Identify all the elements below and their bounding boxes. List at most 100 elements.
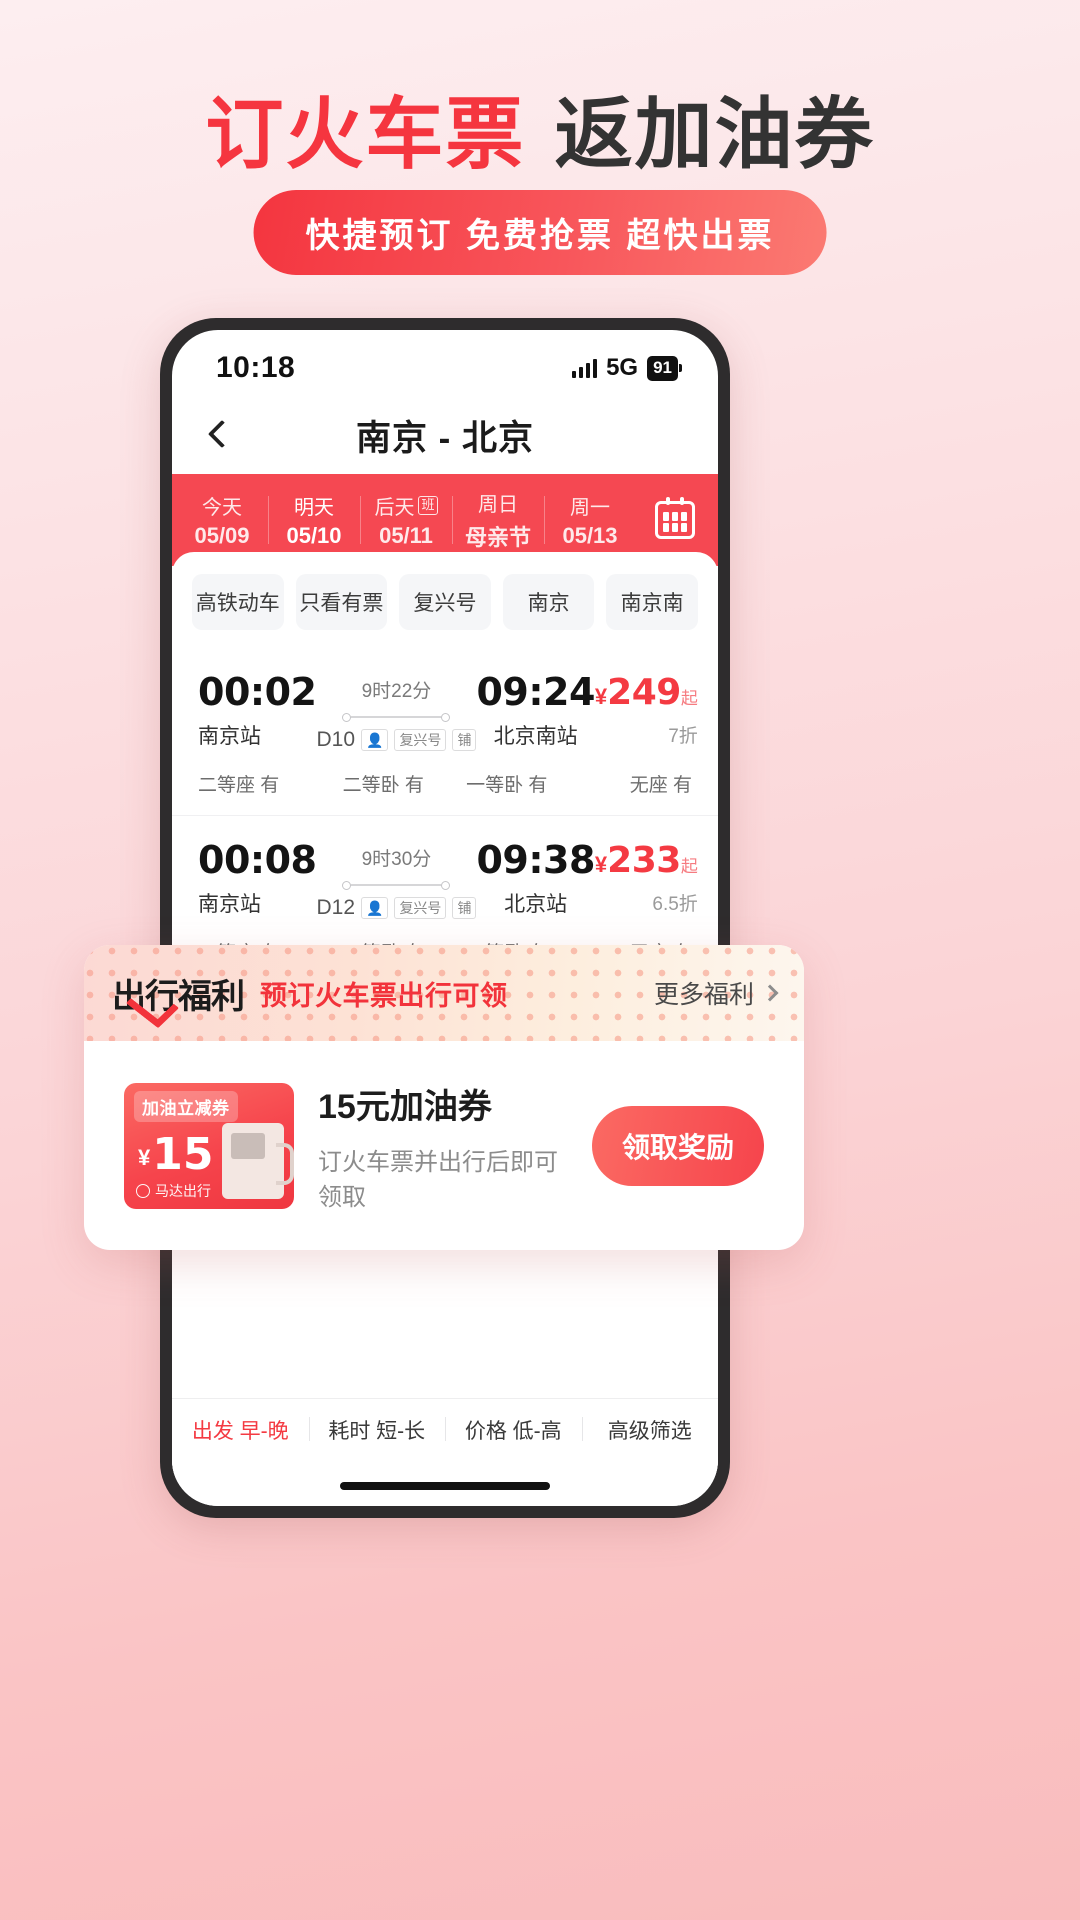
discount-label: 6.5折 (652, 894, 698, 915)
filter-chip-4[interactable]: 南京南 (606, 574, 698, 630)
promo-subtitle: 预订火车票出行可领 (260, 980, 508, 1011)
sort-value: 短-长 (376, 1420, 426, 1443)
arrival-block: 09:38 北京站 (476, 838, 595, 918)
seat-info: 二等卧 有 (342, 775, 424, 796)
date-tab-date: 05/09 (194, 523, 250, 548)
battery-level-badge: 91 (647, 355, 678, 381)
train-tag: 铺 (452, 896, 477, 920)
departure-station: 南京站 (198, 893, 261, 916)
duration-label: 9时22分 (361, 681, 432, 702)
discount-label: 7折 (668, 726, 698, 747)
sort-label: 出发 (191, 1420, 234, 1443)
arrival-time: 09:24 (476, 670, 595, 714)
train-tag: 复兴号 (394, 896, 447, 920)
arrival-time: 09:38 (476, 838, 595, 882)
date-tab-date: 05/13 (562, 523, 618, 548)
filter-chip-2[interactable]: 复兴号 (399, 574, 491, 630)
poster-subtitle-pill: 快捷预订 免费抢票 超快出票 (253, 190, 827, 275)
advanced-filter-button[interactable]: 高级筛选 (581, 1415, 719, 1445)
sort-departure[interactable]: 出发 早-晚 (172, 1415, 309, 1445)
departure-time: 00:02 (198, 670, 317, 714)
more-benefits-link[interactable]: 更多福利 (654, 975, 779, 1011)
chevron-right-icon (761, 984, 779, 1002)
promo-text-block: 15元加油券 订火车票并出行后即可领取 (318, 1079, 568, 1212)
signal-bars-icon (571, 358, 598, 378)
train-tag: 铺 (452, 728, 477, 752)
status-time: 10:18 (216, 351, 296, 384)
date-tab-date: 05/10 (286, 523, 342, 548)
coupon-brand-label: 马达出行 (155, 1182, 211, 1199)
promo-header: 出行福利 预订火车票出行可领 更多福利 (84, 945, 804, 1041)
sort-value: 早-晚 (239, 1420, 289, 1443)
price-value: 233 (607, 840, 681, 881)
price-value: 249 (607, 672, 681, 713)
coupon-graphic: 加油立减券 ¥ 15 马达出行 (124, 1082, 294, 1209)
currency-symbol: ¥ (594, 852, 608, 877)
departure-time: 00:08 (198, 838, 317, 882)
fuel-pump-icon (222, 1122, 294, 1199)
price-block: ¥233起 6.5折 (595, 838, 698, 916)
sort-duration[interactable]: 耗时 短-长 (308, 1415, 446, 1445)
filter-chip-3[interactable]: 南京 (502, 574, 595, 630)
price-suffix: 起 (680, 689, 698, 708)
date-tab-label: 周一 (570, 497, 610, 519)
price-block: ¥249起 7折 (595, 670, 698, 748)
filter-chip-1[interactable]: 只看有票 (295, 574, 388, 630)
sort-label: 高级筛选 (607, 1420, 692, 1443)
sort-label: 耗时 (328, 1420, 371, 1443)
phone-screen: 10:18 5G 91 南京 - 北京 今天 05/09 明天 05/10 后天… (172, 330, 718, 1506)
arrival-block: 09:24 北京南站 (476, 670, 595, 750)
promo-logo: 出行福利 (112, 969, 245, 1018)
departure-block: 00:08 南京站 (198, 838, 317, 918)
seat-info: 无座 有 (629, 775, 692, 796)
promo-body: 加油立减券 ¥ 15 马达出行 15元加油券 订火车票并出行后即可领取 领取奖励 (98, 1055, 790, 1236)
route-line-graphic (342, 878, 451, 892)
departure-station: 南京站 (198, 725, 261, 748)
train-code: D12 (316, 896, 355, 919)
coupon-currency: ¥ (138, 1144, 151, 1170)
date-tab-label: 周日 (478, 494, 518, 516)
date-tab-date: 母亲节 (464, 525, 531, 550)
date-tab-label-text: 后天 (374, 497, 415, 519)
calendar-icon (655, 497, 695, 539)
coupon-ribbon-label: 加油立减券 (134, 1090, 238, 1122)
duration-label: 9时30分 (361, 849, 432, 870)
status-bar: 10:18 5G 91 (172, 330, 718, 396)
seat-person-icon: 👤 (361, 896, 389, 920)
train-code: D10 (316, 728, 355, 751)
train-tag: 复兴号 (394, 728, 447, 752)
coupon-value: 15 (152, 1128, 214, 1180)
table-row[interactable]: 00:02 南京站 9时22分 D10 👤 复兴号 铺 09:24 北京南站 ¥… (172, 648, 718, 815)
phone-mockup: 10:18 5G 91 南京 - 北京 今天 05/09 明天 05/10 后天… (160, 318, 730, 1518)
seat-person-icon: 👤 (361, 728, 389, 752)
departure-block: 00:02 南京站 (198, 670, 317, 750)
coupon-brand: 马达出行 (136, 1181, 211, 1201)
sort-label: 价格 (464, 1420, 507, 1443)
home-indicator (340, 1482, 550, 1490)
date-tab-label: 今天 (202, 497, 242, 519)
network-type-label: 5G (606, 354, 639, 381)
sort-price[interactable]: 价格 低-高 (445, 1415, 582, 1445)
price-suffix: 起 (680, 857, 698, 876)
claim-reward-button[interactable]: 领取奖励 (591, 1105, 764, 1186)
route-line-graphic (342, 710, 451, 724)
date-tab-label: 后天 班 (374, 491, 438, 520)
arrival-station: 北京站 (504, 893, 568, 916)
journey-block: 9时30分 D12 👤 复兴号 铺 (316, 838, 477, 920)
coupon-amount: ¥ 15 (138, 1128, 214, 1180)
status-indicators: 5G 91 (571, 354, 678, 382)
journey-block: 9时22分 D10 👤 复兴号 铺 (316, 670, 477, 752)
date-tab-label: 明天 (294, 497, 334, 519)
app-navbar: 南京 - 北京 (172, 396, 718, 474)
headline-dark-text: 返加油券 (554, 90, 875, 180)
arrival-station: 北京南站 (493, 725, 578, 748)
headline-red-text: 订火车票 (205, 90, 526, 180)
circle-logo-icon (136, 1183, 150, 1198)
poster-headline: 订火车票 返加油券 (0, 72, 1080, 184)
date-tab-badge: 班 (418, 496, 438, 515)
promo-card: 出行福利 预订火车票出行可领 更多福利 加油立减券 ¥ 15 马达出行 15元加… (84, 945, 804, 1250)
seat-info: 二等座 有 (198, 775, 280, 796)
filter-chip-bar: 高铁动车 只看有票 复兴号 南京 南京南 (172, 552, 718, 648)
seat-availability-row: 二等座 有 二等卧 有 一等卧 有 无座 有 (198, 770, 692, 797)
filter-chip-0[interactable]: 高铁动车 (192, 574, 284, 630)
